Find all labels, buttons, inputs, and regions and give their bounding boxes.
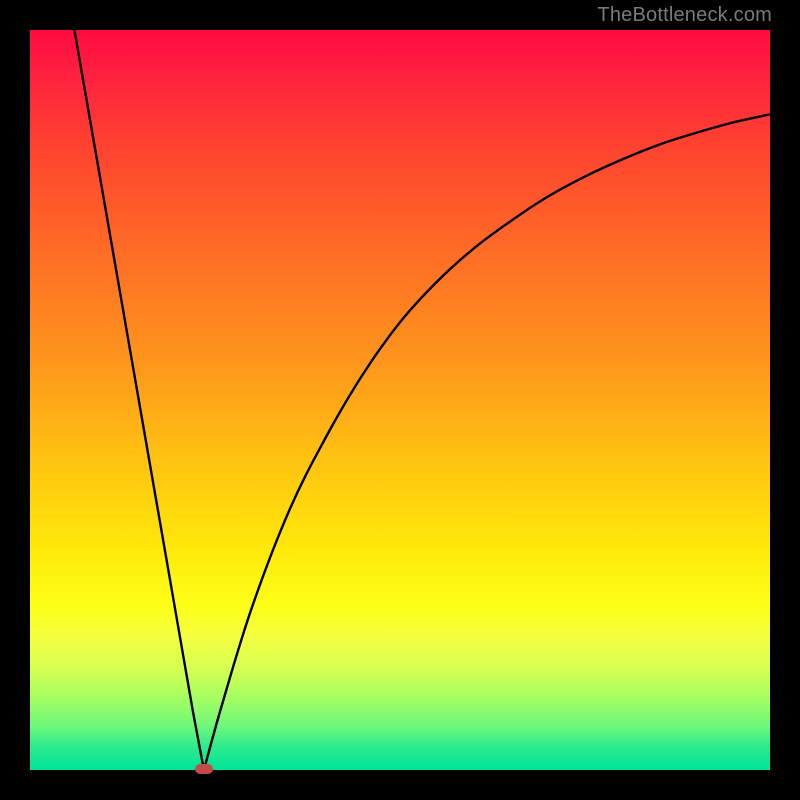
plot-area	[30, 30, 770, 770]
curve-left-branch	[74, 30, 204, 770]
curve-layer	[30, 30, 770, 770]
watermark-text: TheBottleneck.com	[597, 4, 772, 27]
curve-right-branch	[204, 114, 770, 770]
chart-stage: TheBottleneck.com	[0, 0, 800, 800]
minimum-marker	[195, 764, 213, 774]
